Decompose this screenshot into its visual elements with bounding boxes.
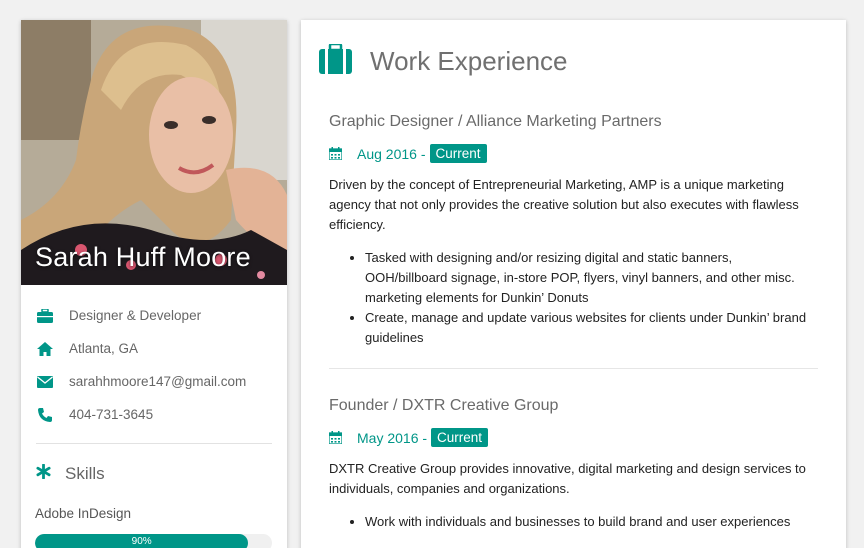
profile-card: Sarah Huff Moore Designer & Developer At… <box>21 20 287 548</box>
calendar-icon <box>329 147 342 160</box>
role-text: Designer & Developer <box>69 308 202 323</box>
contact-role: Designer & Developer <box>36 299 287 332</box>
work-experience-header: Work Experience <box>301 20 846 79</box>
job-bullets: Work with individuals and businesses to … <box>329 512 818 532</box>
section-title: Work Experience <box>370 46 568 76</box>
list-item: Create, manage and update various websit… <box>365 308 818 348</box>
home-icon <box>36 340 54 358</box>
list-item: Work with individuals and businesses to … <box>365 512 818 532</box>
phone-text: 404-731-3645 <box>69 407 154 422</box>
job-date-text: May 2016 - <box>357 429 428 446</box>
job-divider <box>329 368 818 369</box>
briefcase-icon <box>36 307 54 325</box>
suitcase-icon <box>319 42 352 79</box>
contact-phone: 404-731-3645 <box>36 398 287 431</box>
job-title: Founder / DXTR Creative Group <box>329 397 559 414</box>
contact-list: Designer & Developer Atlanta, GA sarahhm… <box>21 285 287 431</box>
job-description: DXTR Creative Group provides innovative,… <box>329 461 806 496</box>
job-entry-2: Founder / DXTR Creative Group May 2016 -… <box>301 397 846 532</box>
phone-icon <box>36 406 54 424</box>
work-experience-card: Work Experience Graphic Designer / Allia… <box>301 20 846 548</box>
contact-location: Atlanta, GA <box>36 332 287 365</box>
skill-progress-fill: 90% <box>35 534 249 548</box>
asterisk-icon <box>36 463 51 484</box>
calendar-icon <box>329 431 342 444</box>
list-item: Tasked with designing and/or resizing di… <box>365 248 818 308</box>
email-link[interactable]: sarahhmoore147@gmail.com <box>69 374 246 389</box>
skills-header: Skills <box>21 444 287 484</box>
skills-title: Skills <box>65 464 105 483</box>
current-badge: Current <box>431 428 489 447</box>
skill-name: Adobe InDesign <box>35 506 132 521</box>
skill-progress-track: 90% <box>35 534 272 548</box>
job-entry-1: Graphic Designer / Alliance Marketing Pa… <box>301 113 846 348</box>
job-title: Graphic Designer / Alliance Marketing Pa… <box>329 113 662 130</box>
profile-name: Sarah Huff Moore <box>35 242 251 272</box>
profile-photo: Sarah Huff Moore <box>21 20 287 285</box>
job-date-text: Aug 2016 - <box>357 145 426 162</box>
job-date: May 2016 - Current <box>329 428 818 447</box>
envelope-icon <box>36 373 54 391</box>
job-description: Driven by the concept of Entrepreneurial… <box>329 177 799 232</box>
job-date: Aug 2016 - Current <box>329 144 818 163</box>
location-text: Atlanta, GA <box>69 341 139 356</box>
current-badge: Current <box>429 144 487 163</box>
job-bullets: Tasked with designing and/or resizing di… <box>329 248 818 348</box>
contact-email: sarahhmoore147@gmail.com <box>36 365 287 398</box>
